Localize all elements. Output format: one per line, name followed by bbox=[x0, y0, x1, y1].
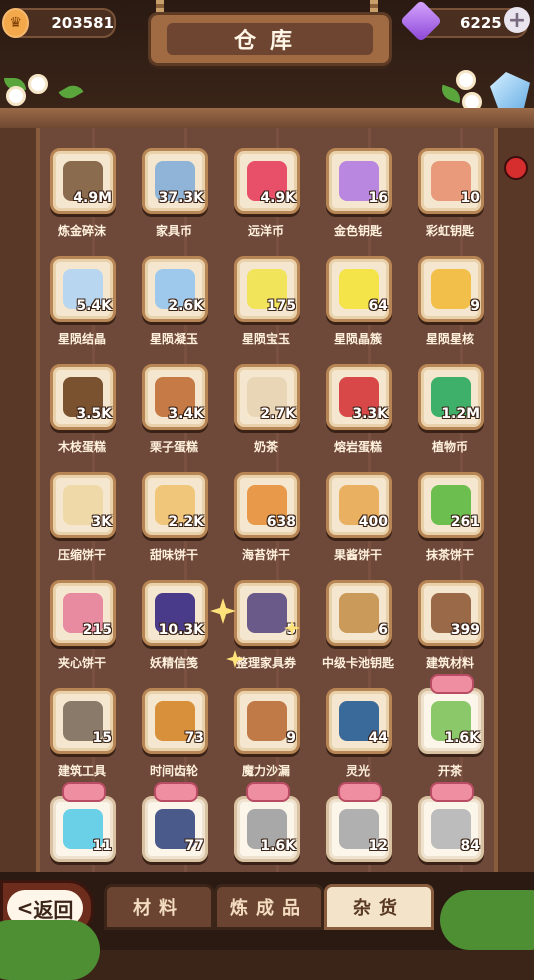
item-count: 10 bbox=[460, 190, 480, 206]
item-count: 399 bbox=[450, 622, 480, 638]
item-name: 星陨晶簇 bbox=[333, 332, 382, 346]
item-name: 彩虹钥匙 bbox=[425, 224, 474, 238]
item-count: 84 bbox=[460, 838, 480, 854]
gift-bow-icon bbox=[430, 782, 474, 802]
item-name: 灵光 bbox=[345, 764, 370, 778]
gem-value: 6225 bbox=[460, 14, 502, 32]
inventory-item[interactable]: 10 彩虹钥匙 bbox=[416, 146, 508, 254]
item-count: 3.3K bbox=[352, 406, 388, 422]
back-label: 返回 bbox=[33, 897, 74, 922]
item-name: 妖精信笺 bbox=[149, 656, 198, 670]
item-name: 中级卡池钥匙 bbox=[321, 656, 394, 670]
item-count: 44 bbox=[368, 730, 388, 746]
item-name: 果酱饼干 bbox=[333, 548, 382, 562]
item-count: 9 bbox=[470, 298, 480, 314]
item-count: 2.6K bbox=[168, 298, 204, 314]
item-name: 家具币 bbox=[155, 224, 192, 238]
item-count: 3.4K bbox=[168, 406, 204, 422]
tab-misc[interactable]: 杂货 bbox=[324, 884, 434, 930]
coin-counter[interactable]: ♛ 203581 bbox=[2, 8, 116, 38]
coin-icon: ♛ bbox=[2, 8, 30, 38]
gem-counter[interactable]: 6225 + bbox=[399, 0, 530, 43]
item-name: 夹心饼干 bbox=[57, 656, 106, 670]
gift-bow-icon bbox=[338, 782, 382, 802]
item-count: 73 bbox=[184, 730, 204, 746]
gift-bow-icon bbox=[62, 782, 106, 802]
item-count: 1.6K bbox=[260, 838, 296, 854]
gift-bow-icon bbox=[246, 782, 290, 802]
item-name: 建筑材料 bbox=[425, 656, 474, 670]
item-count: 11 bbox=[92, 838, 112, 854]
bush-decoration bbox=[0, 920, 100, 980]
item-count: 6 bbox=[378, 622, 388, 638]
gift-bow-icon bbox=[430, 674, 474, 694]
item-count: 12 bbox=[368, 838, 388, 854]
item-name: 建筑工具 bbox=[57, 764, 106, 778]
chevron-left-icon: < bbox=[16, 896, 34, 920]
item-name: 星陨凝玉 bbox=[149, 332, 198, 346]
inventory-item[interactable]: 1.6K 开茶 bbox=[416, 674, 508, 794]
item-name: 炼金碎沫 bbox=[57, 224, 106, 238]
item-icon bbox=[339, 593, 379, 633]
item-count: 4.9M bbox=[73, 190, 112, 206]
inventory-item[interactable]: 399 建筑材料 bbox=[416, 578, 508, 686]
flower-decoration bbox=[456, 70, 476, 90]
item-count: 215 bbox=[82, 622, 112, 638]
item-name: 甜味饼干 bbox=[149, 548, 198, 562]
gift-bow-icon bbox=[154, 782, 198, 802]
item-count: 261 bbox=[450, 514, 480, 530]
item-icon bbox=[247, 701, 287, 741]
item-count: 4.9K bbox=[260, 190, 296, 206]
item-name: 压缩饼干 bbox=[57, 548, 106, 562]
item-count: 77 bbox=[184, 838, 204, 854]
tab-refined[interactable]: 炼成品 bbox=[214, 884, 324, 930]
item-count: 37.3K bbox=[158, 190, 204, 206]
item-count: 638 bbox=[266, 514, 296, 530]
item-count: 1.2M bbox=[441, 406, 480, 422]
bush-decoration bbox=[440, 890, 534, 950]
item-count: 15 bbox=[92, 730, 112, 746]
item-name: 时间齿轮 bbox=[149, 764, 198, 778]
item-icon bbox=[431, 269, 471, 309]
title-plate: 仓库 bbox=[148, 12, 392, 66]
item-count: 10.3K bbox=[158, 622, 204, 638]
item-name: 星陨结晶 bbox=[57, 332, 106, 346]
item-count: 175 bbox=[266, 298, 296, 314]
item-name: 远洋币 bbox=[247, 224, 284, 238]
item-count: 3.5K bbox=[76, 406, 112, 422]
item-name: 海苔饼干 bbox=[241, 548, 290, 562]
item-name: 金色钥匙 bbox=[333, 224, 382, 238]
item-count: 2.2K bbox=[168, 514, 204, 530]
item-count: 9 bbox=[286, 730, 296, 746]
item-name: 整理家具券 bbox=[235, 656, 296, 670]
coin-value: 203581 bbox=[51, 14, 114, 32]
inventory-item[interactable]: 9 星陨星核 bbox=[416, 254, 508, 362]
item-name: 熔岩蛋糕 bbox=[333, 440, 382, 454]
item-count: 16 bbox=[368, 190, 388, 206]
item-count: 5.4K bbox=[76, 298, 112, 314]
item-name: 魔力沙漏 bbox=[241, 764, 290, 778]
flower-decoration bbox=[28, 74, 48, 94]
item-count: 1.6K bbox=[444, 730, 480, 746]
item-count: 2.7K bbox=[260, 406, 296, 422]
item-name: 星陨星核 bbox=[425, 332, 474, 346]
tab-materials[interactable]: 材料 bbox=[104, 884, 214, 930]
item-name: 植物币 bbox=[431, 440, 468, 454]
item-count: 400 bbox=[358, 514, 388, 530]
page-title: 仓库 bbox=[167, 23, 373, 55]
item-count: 3K bbox=[91, 514, 112, 530]
inventory-item[interactable]: 1.2M 植物币 bbox=[416, 362, 508, 470]
item-name: 栗子蛋糕 bbox=[149, 440, 198, 454]
item-name: 奶茶 bbox=[253, 440, 278, 454]
item-name: 木枝蛋糕 bbox=[57, 440, 106, 454]
add-gems-button[interactable]: + bbox=[504, 7, 530, 33]
item-count: 64 bbox=[368, 298, 388, 314]
flower-decoration bbox=[6, 86, 26, 106]
inventory-item[interactable]: 261 抹茶饼干 bbox=[416, 470, 508, 578]
item-name: 抹茶饼干 bbox=[425, 548, 474, 562]
item-icon bbox=[247, 593, 287, 633]
item-name: 星陨宝玉 bbox=[241, 332, 290, 346]
item-name: 开茶 bbox=[437, 764, 462, 778]
